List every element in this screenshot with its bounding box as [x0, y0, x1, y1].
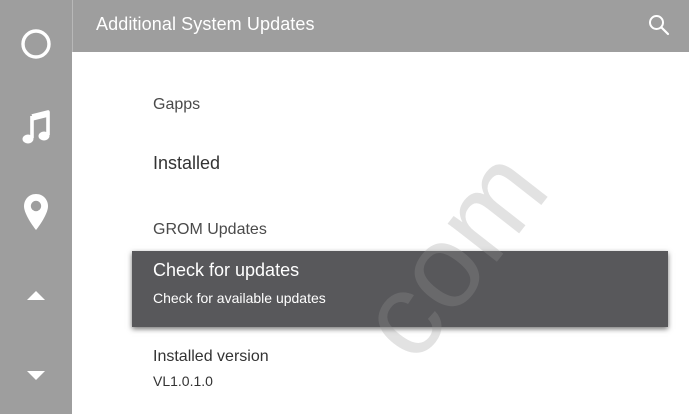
arrow-down-icon	[27, 371, 45, 380]
scroll-down-button[interactable]	[0, 360, 72, 390]
app-header: Additional System Updates	[72, 0, 689, 52]
category-gapps: Gapps	[153, 96, 201, 113]
home-button[interactable]	[0, 22, 72, 66]
music-button[interactable]	[0, 106, 72, 150]
music-note-icon	[22, 110, 50, 144]
search-button[interactable]	[647, 13, 671, 37]
gapps-installed-item[interactable]: Installed	[153, 153, 220, 174]
preferences-list: Gapps Installed GROM Updates Check for u…	[72, 52, 689, 414]
navigation-rail	[0, 0, 72, 414]
page-title: Additional System Updates	[96, 14, 315, 34]
category-grom-updates: GROM Updates	[153, 221, 267, 238]
home-circle-icon	[21, 29, 51, 59]
navigation-button[interactable]	[0, 188, 72, 236]
check-for-updates-item[interactable]: Check for updates Check for available up…	[132, 251, 668, 327]
search-icon	[649, 15, 670, 36]
installed-version-value: VL1.0.1.0	[153, 373, 213, 389]
check-for-updates-summary: Check for available updates	[153, 290, 326, 306]
check-for-updates-title: Check for updates	[153, 260, 300, 280]
scroll-up-button[interactable]	[0, 280, 72, 310]
arrow-up-icon	[27, 291, 45, 300]
app-window: Additional System Updates Gapps Installe…	[0, 0, 689, 414]
location-pin-icon	[24, 194, 48, 230]
installed-version-title: Installed version	[153, 348, 269, 365]
